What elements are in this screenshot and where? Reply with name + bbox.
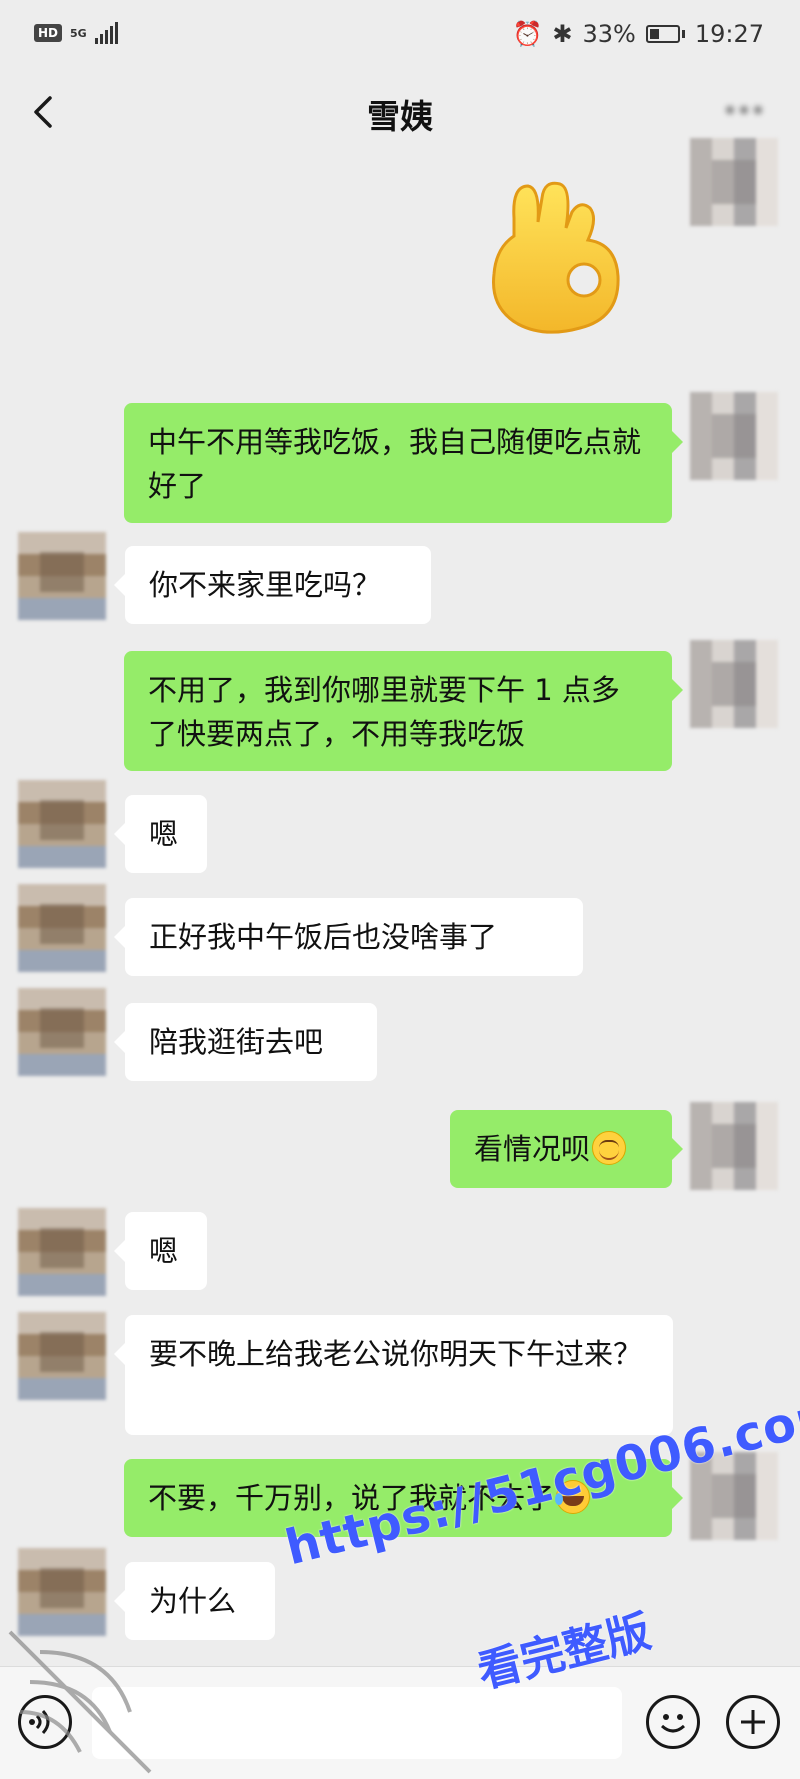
bluetooth-icon: ✱ — [552, 20, 573, 48]
my-avatar[interactable] — [690, 640, 778, 728]
message-bubble-sent[interactable]: 看情况呗 — [450, 1110, 683, 1188]
my-avatar[interactable] — [690, 392, 778, 480]
my-avatar[interactable] — [690, 138, 778, 226]
message-bubble-sent[interactable]: 不用了，我到你哪里就要下午 1 点多了快要两点了，不用等我吃饭 — [124, 651, 683, 771]
clock: 19:27 — [694, 20, 764, 48]
ok-hand-sticker[interactable] — [484, 178, 624, 348]
message-bubble-received[interactable]: 你不来家里吃吗？ — [114, 546, 431, 624]
contact-avatar[interactable] — [18, 1208, 106, 1296]
message-bubble-received[interactable]: 陪我逛街去吧 — [114, 1003, 377, 1081]
chat-title: 雪姨 — [367, 97, 433, 136]
signal-icon — [94, 22, 118, 44]
network-type: 5G — [70, 26, 87, 40]
contact-avatar[interactable] — [18, 988, 106, 1076]
message-bubble-received[interactable]: 要不晚上给我老公说你明天下午过来？ — [114, 1315, 673, 1435]
status-bar: HD 5G ⏰ ✱ 33% 19:27 — [0, 0, 800, 72]
message-bubble-received[interactable]: 嗯 — [114, 795, 207, 873]
contact-avatar[interactable] — [18, 532, 106, 620]
message-bubble-received[interactable]: 嗯 — [114, 1212, 207, 1290]
battery-icon — [645, 25, 680, 43]
hd-indicator: HD — [34, 24, 63, 42]
my-avatar[interactable] — [690, 1102, 778, 1190]
message-bubble-sent[interactable]: 中午不用等我吃饭，我自己随便吃点就好了 — [124, 403, 683, 523]
message-text: 看情况呗 — [474, 1132, 591, 1166]
contact-avatar[interactable] — [18, 884, 106, 972]
battery-percent: 33% — [582, 20, 636, 48]
more-options-icon[interactable] — [716, 96, 772, 124]
message-bubble-received[interactable]: 正好我中午饭后也没啥事了 — [114, 898, 583, 976]
chat-header: 雪姨 — [0, 72, 800, 150]
smile-emoji-icon — [592, 1131, 627, 1165]
contact-avatar[interactable] — [18, 1312, 106, 1400]
emoji-icon[interactable] — [646, 1695, 700, 1749]
alarm-icon: ⏰ — [512, 20, 543, 48]
message-input[interactable] — [92, 1687, 622, 1759]
plus-icon[interactable] — [726, 1695, 780, 1749]
contact-avatar[interactable] — [18, 780, 106, 868]
watermark-logo — [8, 1630, 152, 1774]
